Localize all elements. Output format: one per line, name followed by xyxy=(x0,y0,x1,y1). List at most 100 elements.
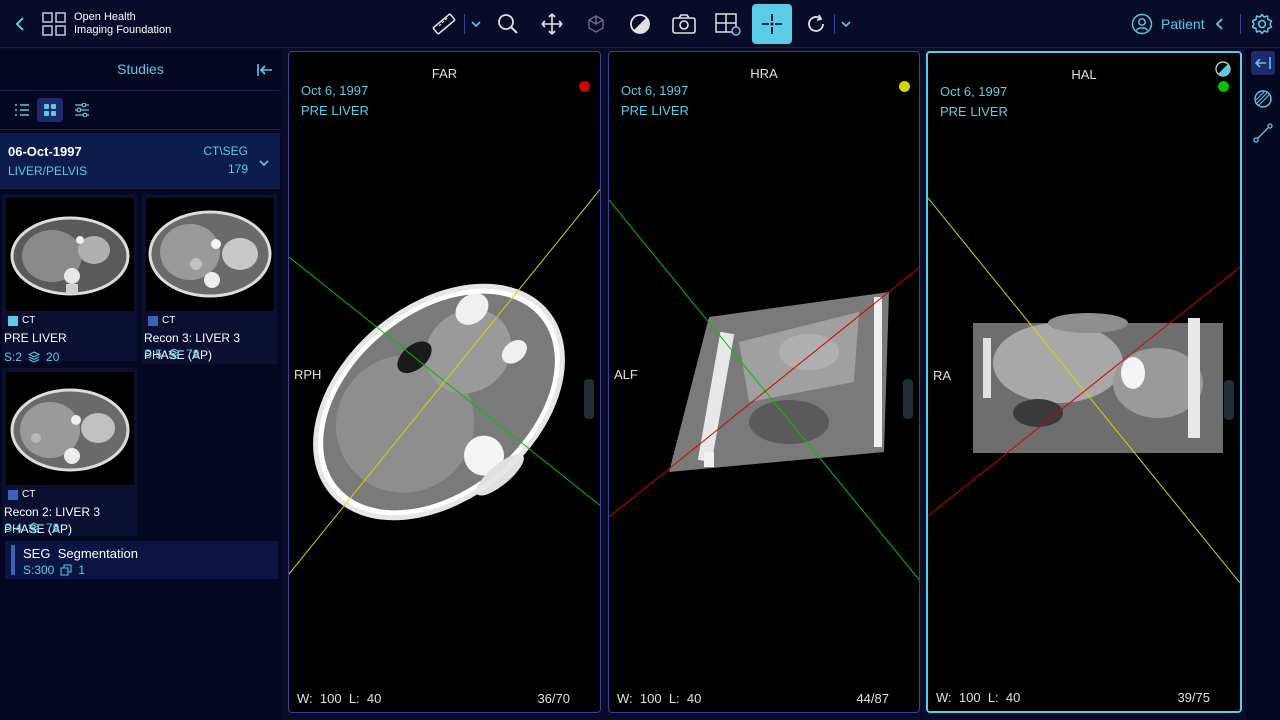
orientation-left-label: ALF xyxy=(614,367,638,382)
window-level-icon[interactable] xyxy=(1215,61,1231,77)
list-view-icon[interactable] xyxy=(9,98,35,122)
level-value: 40 xyxy=(686,691,702,706)
slice-index: 36/70 xyxy=(537,691,570,706)
level-value: 40 xyxy=(366,691,382,706)
crosshair-lines xyxy=(289,188,600,575)
patient-label: Patient xyxy=(1161,16,1205,32)
series-number: S:5 xyxy=(144,347,163,361)
ohif-logo-icon xyxy=(42,12,66,36)
orientation-left-label: RA xyxy=(933,368,952,383)
measurements-icon[interactable] xyxy=(1251,121,1275,145)
segmentation-icon[interactable] xyxy=(1251,87,1275,111)
segmentation-meta: S:300 1 xyxy=(23,563,85,577)
expand-panel-icon[interactable] xyxy=(1251,51,1275,75)
orientation-top-label: FAR xyxy=(431,66,458,81)
studies-panel-header: Studies xyxy=(0,49,281,91)
gear-icon[interactable] xyxy=(1251,13,1273,35)
zoom-icon[interactable] xyxy=(492,8,524,40)
series-color-bar xyxy=(11,545,15,575)
rotate-icon[interactable] xyxy=(800,8,832,40)
window-level-overlay: W: 100 L: 40 xyxy=(936,690,1020,705)
instance-count: 79 xyxy=(46,521,60,535)
studies-panel: Studies 06-Oct-1997 LIVER/PELVIS CT\SEG … xyxy=(0,49,281,720)
window-value: 100 xyxy=(958,690,981,705)
window-label: W: xyxy=(936,690,952,705)
series-description-overlay: PRE LIVER xyxy=(940,104,1008,119)
chevron-down-icon[interactable] xyxy=(258,155,270,167)
3d-rotate-icon[interactable] xyxy=(580,8,612,40)
series-thumbnail-image xyxy=(146,198,274,311)
window-value: 100 xyxy=(319,691,342,706)
study-date: 06-Oct-1997 xyxy=(8,144,82,159)
viewport-coronal[interactable]: HAL RA Oct 6, 1997 PRE LIVER W: 100 L: 4… xyxy=(926,51,1242,713)
collapse-panel-icon[interactable] xyxy=(256,62,274,78)
instances-stack-icon xyxy=(28,351,41,363)
grid-view-icon[interactable] xyxy=(37,98,63,122)
slice-scrollbar[interactable] xyxy=(584,379,594,419)
orientation-left-label: RPH xyxy=(294,367,322,382)
study-item[interactable]: 06-Oct-1997 LIVER/PELVIS CT\SEG 179 xyxy=(0,133,280,189)
window-value: 100 xyxy=(639,691,662,706)
series-color-swatch xyxy=(8,315,18,326)
series-thumbnail[interactable]: CT PRE LIVER S:2 20 xyxy=(2,194,137,364)
series-thumbnail[interactable]: CT Recon 3: LIVER 3 PHASE (AP) S:5 79 xyxy=(142,194,277,364)
modality-badge: CT xyxy=(8,489,35,500)
layout-icon[interactable] xyxy=(712,8,744,40)
study-date-overlay: Oct 6, 1997 xyxy=(301,83,369,98)
separator xyxy=(834,14,835,34)
study-date-overlay: Oct 6, 1997 xyxy=(621,83,689,98)
filter-sliders-icon[interactable] xyxy=(69,98,95,122)
level-label: L: xyxy=(668,691,680,706)
series-thumbnail[interactable]: CT Recon 2: LIVER 3 PHASE (AP) S:4 79 xyxy=(2,368,137,536)
instance-count: 1 xyxy=(78,563,86,577)
series-number: S:300 xyxy=(23,563,55,577)
modality-label: CT xyxy=(162,315,176,326)
modality-label: CT xyxy=(22,489,36,500)
level-value: 40 xyxy=(1005,690,1021,705)
window-label: W: xyxy=(297,691,313,706)
ruler-icon[interactable] xyxy=(428,8,460,40)
viewport-sagittal[interactable]: HRA ALF Oct 6, 1997 PRE LIVER W: 100 L: … xyxy=(608,51,920,713)
chevron-down-icon[interactable] xyxy=(470,16,482,32)
separator xyxy=(1240,14,1241,34)
series-name: PRE LIVER xyxy=(4,331,67,345)
slice-scrollbar[interactable] xyxy=(903,379,913,419)
series-thumbnail-image xyxy=(6,372,134,485)
instance-count: 79 xyxy=(186,347,200,361)
crosshair-lines xyxy=(928,197,1240,584)
segmentation-modality: SEG xyxy=(23,546,51,561)
thumbnail-view-toolbar xyxy=(0,92,281,130)
segmentation-series-item[interactable]: SEG Segmentation S:300 1 xyxy=(5,541,278,579)
logo-line2: Imaging Foundation xyxy=(74,24,172,36)
modality-badge: CT xyxy=(8,315,35,326)
separator xyxy=(464,14,465,34)
window-label: W: xyxy=(617,691,633,706)
viewport-axial[interactable]: FAR RPH Oct 6, 1997 PRE LIVER W: 100 L: … xyxy=(288,51,601,713)
capture-icon[interactable] xyxy=(668,8,700,40)
modality-label: CT xyxy=(22,315,36,326)
study-modality: CT\SEG xyxy=(203,144,248,158)
window-level-icon[interactable] xyxy=(624,8,656,40)
study-instance-count: 179 xyxy=(227,162,248,176)
right-tool-panel xyxy=(1246,49,1280,720)
crosshairs-icon[interactable] xyxy=(752,4,792,44)
chevron-down-icon[interactable] xyxy=(840,16,852,32)
series-description-overlay: PRE LIVER xyxy=(301,103,369,118)
pan-icon[interactable] xyxy=(536,8,568,40)
user-icon xyxy=(1131,13,1153,35)
logo-line1: Open Health xyxy=(74,11,136,23)
back-icon[interactable] xyxy=(12,14,30,34)
orientation-top-label: HRA xyxy=(750,66,778,81)
study-description: LIVER/PELVIS xyxy=(8,164,88,178)
instance-count: 20 xyxy=(46,350,60,364)
orientation-top-label: HAL xyxy=(1071,67,1097,82)
viewport-color-indicator xyxy=(579,81,590,92)
series-color-swatch xyxy=(148,315,158,326)
series-color-swatch xyxy=(8,489,18,500)
copy-icon xyxy=(60,564,72,576)
segmentation-name: Segmentation xyxy=(57,546,138,561)
slice-scrollbar[interactable] xyxy=(1224,380,1234,420)
patient-info-button[interactable]: Patient xyxy=(1131,13,1227,35)
series-meta: S:2 20 xyxy=(4,350,59,364)
series-number: S:4 xyxy=(4,521,23,535)
